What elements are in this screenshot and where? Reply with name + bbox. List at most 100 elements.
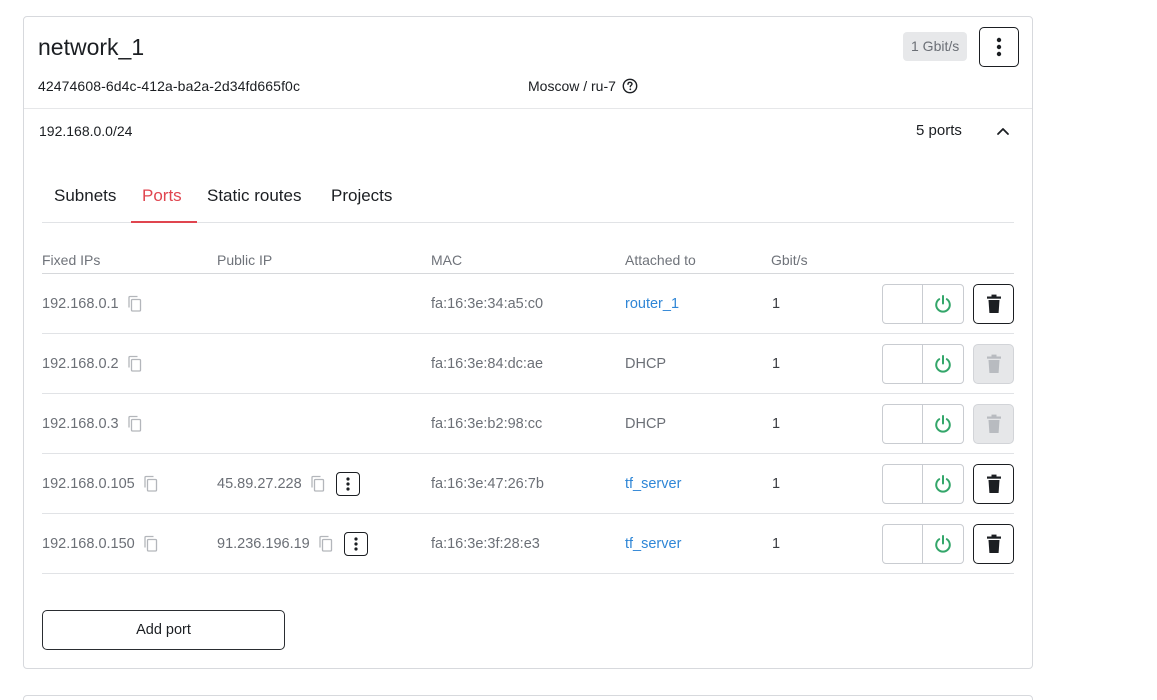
- kebab-icon: [996, 37, 1002, 57]
- trash-icon: [986, 354, 1001, 373]
- power-icon: [935, 415, 951, 433]
- toggle-on-segment[interactable]: [923, 405, 963, 443]
- question-circle-icon[interactable]: [622, 78, 638, 94]
- power-icon: [935, 475, 951, 493]
- table-row: 192.168.0.105 45.89.27.228 fa:16:3e:47:2…: [42, 454, 1014, 514]
- copy-icon[interactable]: [143, 475, 159, 493]
- fixed-ip-cell: 192.168.0.3: [42, 394, 143, 453]
- header-gbits: Gbit/s: [771, 252, 808, 268]
- port-state-toggle[interactable]: [882, 524, 964, 564]
- attached-to-value: DHCP: [625, 415, 667, 432]
- chevron-up-icon: [997, 127, 1009, 135]
- power-icon: [935, 295, 951, 313]
- fixed-ip-cell: 192.168.0.150: [42, 514, 159, 573]
- public-ip-menu-button[interactable]: [343, 531, 368, 556]
- port-state-toggle[interactable]: [882, 464, 964, 504]
- add-port-button[interactable]: Add port: [42, 610, 285, 650]
- mac-value: fa:16:3e:34:a5:c0: [431, 295, 544, 312]
- fixed-ip-cell: 192.168.0.105: [42, 454, 159, 513]
- public-ip-value: 45.89.27.228: [217, 475, 302, 492]
- table-row: 192.168.0.3 fa:16:3e:b2:98:cc DHCP 1: [42, 394, 1014, 454]
- toggle-on-segment[interactable]: [923, 345, 963, 383]
- attached-to-value: DHCP: [625, 355, 667, 372]
- table-row: 192.168.0.1 fa:16:3e:34:a5:c0 router_1 1: [42, 274, 1014, 334]
- fixed-ip-value: 192.168.0.105: [42, 475, 135, 492]
- fixed-ip-cell: 192.168.0.2: [42, 334, 143, 393]
- copy-icon[interactable]: [127, 415, 143, 433]
- fixed-ip-value: 192.168.0.1: [42, 295, 119, 312]
- delete-port-button[interactable]: [973, 284, 1014, 324]
- public-ip-cell: 91.236.196.19: [217, 514, 368, 573]
- toggle-off-segment[interactable]: [883, 525, 923, 563]
- toggle-on-segment[interactable]: [923, 525, 963, 563]
- toggle-on-segment[interactable]: [923, 285, 963, 323]
- copy-icon[interactable]: [310, 475, 326, 493]
- table-row: 192.168.0.150 91.236.196.19 fa:16:3e:3f:…: [42, 514, 1014, 574]
- public-ip-menu-button[interactable]: [335, 471, 360, 496]
- copy-icon[interactable]: [127, 295, 143, 313]
- delete-port-button-disabled: [973, 344, 1014, 384]
- speed-badge: 1 Gbit/s: [903, 32, 968, 61]
- port-state-toggle[interactable]: [882, 344, 964, 384]
- attached-to-link[interactable]: router_1: [625, 274, 679, 333]
- tab-bar: Subnets Ports Static routes Projects: [42, 177, 1014, 223]
- port-state-toggle[interactable]: [882, 404, 964, 444]
- power-icon: [935, 535, 951, 553]
- subnet-cidr: 192.168.0.0/24: [39, 123, 133, 139]
- public-ip-cell: 45.89.27.228: [217, 454, 360, 513]
- table-row: 192.168.0.2 fa:16:3e:84:dc:ae DHCP 1: [42, 334, 1014, 394]
- mac-value: fa:16:3e:47:26:7b: [431, 475, 544, 492]
- attached-to-link[interactable]: tf_server: [625, 454, 681, 513]
- delete-port-button[interactable]: [973, 464, 1014, 504]
- region-info: Moscow / ru-7: [528, 78, 638, 94]
- attached-to-link[interactable]: tf_server: [625, 514, 681, 573]
- copy-icon[interactable]: [143, 535, 159, 553]
- mac-value: fa:16:3e:84:dc:ae: [431, 355, 544, 372]
- copy-icon[interactable]: [318, 535, 334, 553]
- network-name: network_1: [38, 34, 145, 60]
- trash-icon: [986, 474, 1001, 493]
- header-mac: MAC: [431, 252, 463, 268]
- toggle-off-segment[interactable]: [883, 345, 923, 383]
- copy-icon[interactable]: [127, 355, 143, 373]
- trash-icon: [986, 294, 1001, 313]
- gbits-value: 1: [772, 535, 781, 552]
- fixed-ip-value: 192.168.0.150: [42, 535, 135, 552]
- next-network-card: [23, 695, 1033, 700]
- fixed-ip-value: 192.168.0.3: [42, 415, 119, 432]
- kebab-icon: [354, 536, 358, 551]
- header-public-ip: Public IP: [217, 252, 273, 268]
- gbits-value: 1: [772, 475, 781, 492]
- tab-subnets[interactable]: Subnets: [54, 177, 124, 223]
- toggle-off-segment[interactable]: [883, 405, 923, 443]
- region-label: Moscow / ru-7: [528, 78, 616, 94]
- fixed-ip-cell: 192.168.0.1: [42, 274, 143, 333]
- power-icon: [935, 355, 951, 373]
- public-ip-value: 91.236.196.19: [217, 535, 310, 552]
- header-attached-to: Attached to: [625, 252, 696, 268]
- kebab-icon: [346, 476, 350, 491]
- gbits-value: 1: [772, 295, 781, 312]
- trash-icon: [986, 414, 1001, 433]
- ports-count: 5 ports: [916, 122, 962, 139]
- fixed-ip-value: 192.168.0.2: [42, 355, 119, 372]
- gbits-value: 1: [772, 355, 781, 372]
- delete-port-button[interactable]: [973, 524, 1014, 564]
- network-menu-button[interactable]: [979, 27, 1019, 67]
- tab-static-routes[interactable]: Static routes: [207, 177, 317, 223]
- port-state-toggle[interactable]: [882, 284, 964, 324]
- header-fixed-ips: Fixed IPs: [42, 252, 101, 268]
- toggle-off-segment[interactable]: [883, 465, 923, 503]
- tab-ports[interactable]: Ports: [131, 177, 197, 223]
- mac-value: fa:16:3e:3f:28:e3: [431, 535, 540, 552]
- toggle-off-segment[interactable]: [883, 285, 923, 323]
- network-id: 42474608-6d4c-412a-ba2a-2d34fd665f0c: [38, 78, 301, 94]
- network-card: network_1 1 Gbit/s 42474608-6d4c-412a-ba…: [23, 16, 1033, 669]
- collapse-button[interactable]: [993, 121, 1013, 141]
- mac-value: fa:16:3e:b2:98:cc: [431, 415, 543, 432]
- toggle-on-segment[interactable]: [923, 465, 963, 503]
- tab-projects[interactable]: Projects: [331, 177, 401, 223]
- gbits-value: 1: [772, 415, 781, 432]
- trash-icon: [986, 534, 1001, 553]
- delete-port-button-disabled: [973, 404, 1014, 444]
